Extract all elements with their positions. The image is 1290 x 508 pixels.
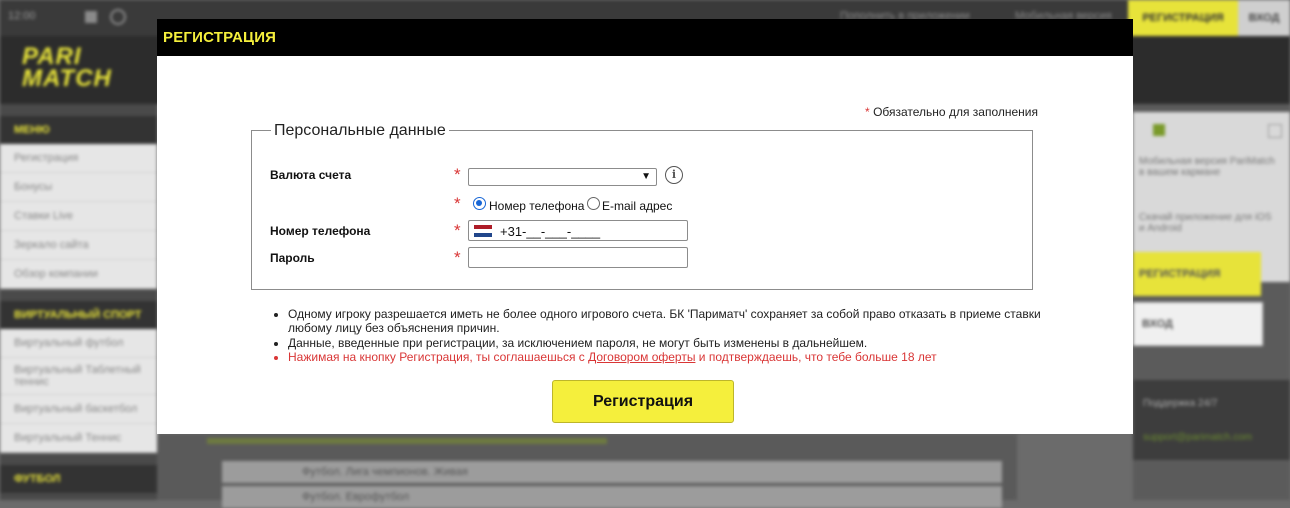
event-row[interactable]: Футбол. Еврофутбол [222, 486, 1002, 508]
note-item: Данные, введенные при регистрации, за ис… [288, 336, 1048, 350]
required-star: * [454, 194, 461, 213]
required-star: * [865, 105, 870, 119]
content-strip [207, 438, 607, 444]
phone-input[interactable]: +31-__-___-____ [468, 220, 688, 241]
sidebar-item[interactable]: Регистрация [0, 144, 157, 173]
phone-radio[interactable] [473, 197, 486, 210]
header-login-button[interactable]: ВХОД [1238, 0, 1290, 36]
sidebar-header-virtual: ВИРТУАЛЬНЫЙ СПОРТ [0, 301, 157, 329]
sidebar-header-menu: МЕНЮ [0, 116, 157, 144]
register-submit-button[interactable]: Регистрация [552, 380, 734, 423]
phone-label: Номер телефона [270, 224, 371, 238]
offer-agreement-link[interactable]: Договором оферты [588, 350, 695, 364]
password-label: Пароль [270, 251, 315, 265]
required-star: * [454, 248, 461, 267]
sidebar-item[interactable]: Виртуальный Таблетный теннис [0, 358, 157, 395]
required-note: * Обязательно для заполнения [865, 105, 1038, 119]
required-star: * [454, 221, 461, 240]
sidebar-item[interactable]: Зеркало сайта [0, 231, 157, 260]
email-radio-label[interactable]: E-mail адрес [602, 199, 672, 213]
chevron-down-icon: ▼ [641, 171, 651, 182]
language-icon[interactable] [85, 11, 97, 23]
sidebar-login-button[interactable]: ВХОД [1133, 302, 1263, 346]
sidebar-item[interactable]: Виртуальный Теннис [0, 424, 157, 453]
currency-label: Валюта счета [270, 168, 352, 182]
password-input[interactable] [468, 247, 688, 268]
app-icon [1153, 124, 1165, 136]
sidebar-item[interactable]: Обзор компании [0, 260, 157, 289]
sidebar-item[interactable]: Бонусы [0, 173, 157, 202]
sidebar-item[interactable]: Ставки Live [0, 202, 157, 231]
terms-notes: Одному игроку разрешается иметь не более… [273, 307, 1048, 365]
event-row[interactable]: Футбол. Лига чемпионов. Живая [222, 461, 1002, 483]
support-box: Поддержка 24/7 support@parimatch.com [1133, 380, 1290, 460]
sidebar-register-button[interactable]: РЕГИСТРАЦИЯ [1133, 252, 1261, 296]
note-item-agreement: Нажимая на кнопку Регистрация, ты соглаш… [288, 350, 1048, 364]
registration-modal: РЕГИСТРАЦИЯ * Обязательно для заполнения… [157, 19, 1133, 434]
right-sidebar: Мобильная версия PariMatch в вашем карма… [1133, 104, 1290, 500]
phone-value: +31-__-___-____ [500, 224, 601, 239]
left-sidebar: МЕНЮ Регистрация Бонусы Ставки Live Зерк… [0, 104, 157, 500]
settings-icon[interactable] [110, 9, 126, 25]
fieldset-legend: Персональные данные [271, 122, 449, 140]
close-icon[interactable] [1268, 124, 1282, 138]
sidebar-item[interactable]: Виртуальный футбол [0, 329, 157, 358]
required-star: * [454, 165, 461, 184]
email-radio[interactable] [587, 197, 600, 210]
parimatch-logo[interactable]: PARI MATCH [22, 45, 162, 96]
phone-radio-label[interactable]: Номер телефона [489, 199, 584, 213]
netherlands-flag-icon[interactable] [474, 225, 492, 237]
note-item: Одному игроку разрешается иметь не более… [288, 307, 1048, 336]
info-icon[interactable]: i [665, 166, 683, 184]
modal-title: РЕГИСТРАЦИЯ [163, 29, 277, 46]
modal-header: РЕГИСТРАЦИЯ [157, 19, 1133, 56]
currency-select[interactable]: ▼ [468, 168, 657, 186]
center-content: Футбол. Лига чемпионов. Живая Футбол. Ев… [157, 434, 1017, 508]
clock: 12:00 [8, 10, 36, 22]
header-register-button[interactable]: РЕГИСТРАЦИЯ [1128, 0, 1238, 36]
sidebar-header-football: ФУТБОЛ [0, 465, 157, 493]
sidebar-item[interactable]: Виртуальный баскетбол [0, 395, 157, 424]
